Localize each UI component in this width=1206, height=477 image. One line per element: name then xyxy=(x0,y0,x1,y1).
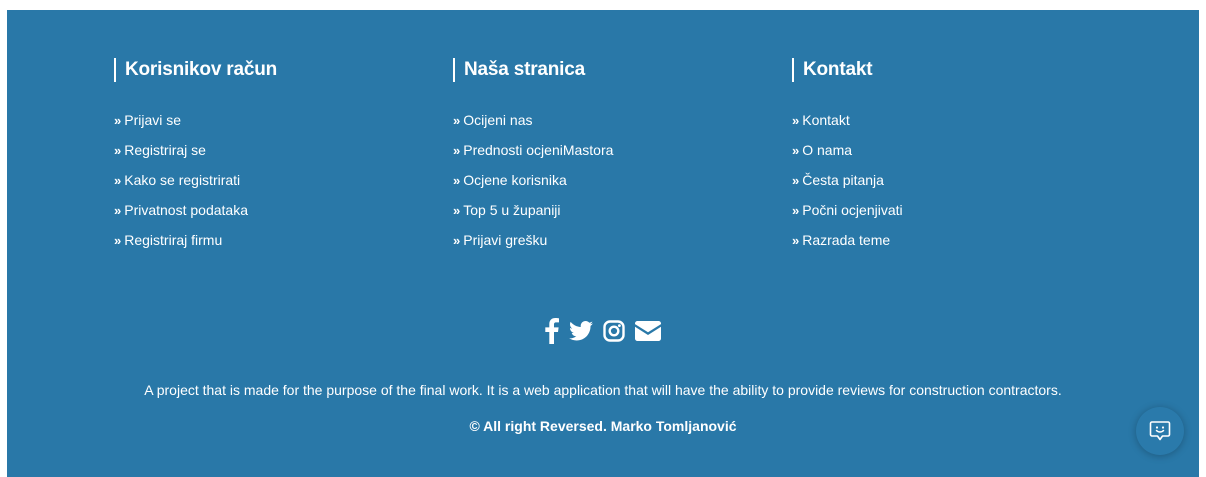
link-list: » Ocijeni nas » Prednosti ocjeniMastora » O… xyxy=(453,112,613,262)
list-item: » Top 5 u županiji xyxy=(453,202,613,232)
chat-smile-icon xyxy=(1149,421,1171,441)
copyright-text: © All right Reversed. Marko Tomljanović xyxy=(469,418,737,434)
column-title: Korisnikov račun xyxy=(114,58,277,82)
footer-link-registriraj-se[interactable]: » Registriraj se xyxy=(114,142,206,158)
list-item: » Prijavi grešku xyxy=(453,232,613,262)
footer-column-account: Korisnikov račun » Prijavi se » Registrira… xyxy=(114,58,277,262)
project-description: A project that is made for the purpose o… xyxy=(144,382,1062,398)
list-item: » Kako se registrirati xyxy=(114,172,277,202)
list-item: » Ocjene korisnika xyxy=(453,172,613,202)
footer-link-ocijeni-nas[interactable]: » Ocijeni nas xyxy=(453,112,533,128)
footer-link-o-nama[interactable]: » O nama xyxy=(792,142,852,158)
footer-column-contact: Kontakt » Kontakt » O nama » Česta pitanja … xyxy=(792,58,903,262)
column-title: Naša stranica xyxy=(453,58,613,82)
column-title: Kontakt xyxy=(792,58,903,82)
list-item: » O nama xyxy=(792,142,903,172)
footer-link-top-5[interactable]: » Top 5 u županiji xyxy=(453,202,561,218)
footer-link-prijavi-gresku[interactable]: » Prijavi grešku xyxy=(453,232,547,248)
list-item: » Registriraj se xyxy=(114,142,277,172)
footer-link-privatnost[interactable]: » Privatnost podataka xyxy=(114,202,248,218)
list-item: » Česta pitanja xyxy=(792,172,903,202)
footer-column-site: Naša stranica » Ocijeni nas » Prednosti oc… xyxy=(453,58,613,262)
footer-link-kako-se-registrirati[interactable]: » Kako se registrirati xyxy=(114,172,240,188)
link-list: » Prijavi se » Registriraj se » Kako se reg… xyxy=(114,112,277,262)
email-icon[interactable] xyxy=(635,321,661,341)
twitter-icon[interactable] xyxy=(569,321,593,341)
footer-link-registriraj-firmu[interactable]: » Registriraj firmu xyxy=(114,232,222,248)
footer-link-prijavi-se[interactable]: » Prijavi se xyxy=(114,112,181,128)
footer-link-kontakt[interactable]: » Kontakt xyxy=(792,112,850,128)
list-item: » Privatnost podataka xyxy=(114,202,277,232)
instagram-icon[interactable] xyxy=(603,320,625,342)
list-item: » Kontakt xyxy=(792,112,903,142)
chat-button[interactable] xyxy=(1136,407,1184,455)
list-item: » Ocijeni nas xyxy=(453,112,613,142)
list-item: » Prijavi se xyxy=(114,112,277,142)
list-item: » Prednosti ocjeniMastora xyxy=(453,142,613,172)
footer-link-cesta-pitanja[interactable]: » Česta pitanja xyxy=(792,172,884,188)
footer-link-pocni-ocjenjivati[interactable]: » Počni ocjenjivati xyxy=(792,202,903,218)
footer-link-razrada-teme[interactable]: » Razrada teme xyxy=(792,232,890,248)
list-item: » Počni ocjenjivati xyxy=(792,202,903,232)
footer-link-ocjene-korisnika[interactable]: » Ocjene korisnika xyxy=(453,172,567,188)
footer-link-prednosti[interactable]: » Prednosti ocjeniMastora xyxy=(453,142,613,158)
link-list: » Kontakt » O nama » Česta pitanja » Počni o… xyxy=(792,112,903,262)
list-item: » Razrada teme xyxy=(792,232,903,262)
social-links xyxy=(7,318,1199,344)
list-item: » Registriraj firmu xyxy=(114,232,277,262)
facebook-icon[interactable] xyxy=(545,318,559,344)
site-footer: Korisnikov račun » Prijavi se » Registrira… xyxy=(7,10,1199,477)
